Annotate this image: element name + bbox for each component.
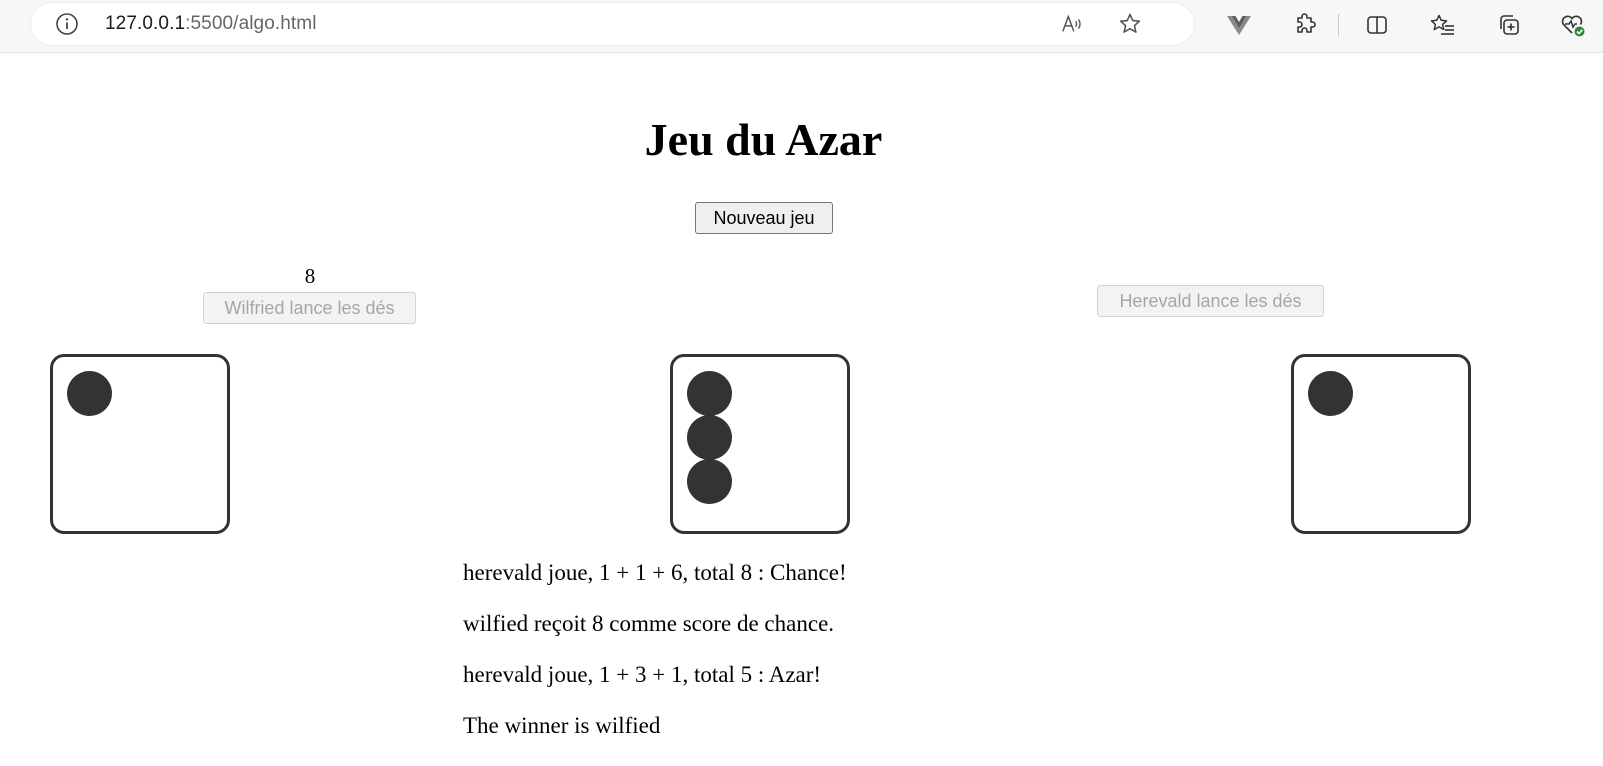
die-pip [687, 415, 732, 460]
page-title: Jeu du Azar [644, 114, 883, 165]
url-host: 127.0.0.1 [105, 13, 186, 34]
browser-toolbar: 127.0.0.1:5500/algo.html [0, 0, 1603, 53]
browser-essentials-icon[interactable] [1560, 12, 1586, 38]
player1-score: 8 [304, 264, 316, 288]
player1-roll-button[interactable]: Wilfried lance les dés [203, 292, 416, 324]
log-line: wilfied reçoit 8 comme score de chance. [463, 611, 835, 636]
favorite-star-icon[interactable] [1118, 12, 1142, 36]
url-path: :5500/algo.html [185, 13, 317, 34]
log-line: The winner is wilfied [463, 713, 661, 738]
game-log: herevald joue, 1 + 1 + 6, total 8 : Chan… [463, 560, 847, 764]
read-aloud-icon[interactable] [1060, 12, 1084, 36]
die-3 [1291, 354, 1471, 534]
die-1 [50, 354, 230, 534]
log-line: herevald joue, 1 + 1 + 6, total 8 : Chan… [463, 560, 847, 585]
toolbar-separator [1338, 14, 1339, 36]
die-pip [67, 371, 112, 416]
split-screen-icon[interactable] [1364, 12, 1390, 38]
die-2 [670, 354, 850, 534]
url-text[interactable]: 127.0.0.1:5500/algo.html [105, 13, 317, 35]
log-line: herevald joue, 1 + 3 + 1, total 5 : Azar… [463, 662, 822, 687]
vue-extension-icon[interactable] [1226, 12, 1252, 38]
extensions-icon[interactable] [1292, 12, 1318, 38]
collections-icon[interactable] [1496, 12, 1522, 38]
info-icon[interactable] [55, 12, 79, 36]
new-game-button[interactable]: Nouveau jeu [695, 202, 833, 234]
die-pip [1308, 371, 1353, 416]
address-bar[interactable]: 127.0.0.1:5500/algo.html [31, 3, 1194, 45]
die-pip [687, 371, 732, 416]
player2-roll-button[interactable]: Herevald lance les dés [1097, 285, 1324, 317]
favorites-icon[interactable] [1430, 12, 1456, 38]
die-pip [687, 459, 732, 504]
